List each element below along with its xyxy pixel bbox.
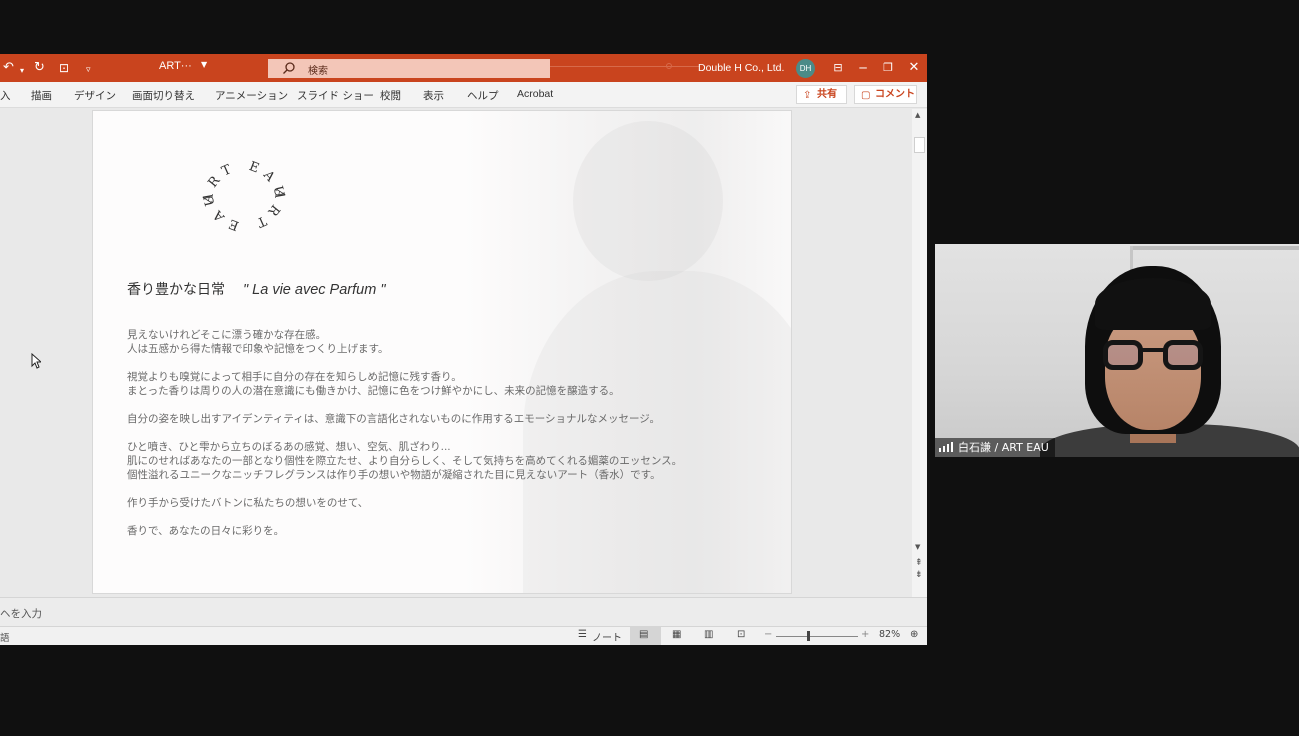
zoom-level[interactable]: 82% bbox=[879, 629, 900, 640]
background-photo-figure bbox=[523, 271, 791, 593]
previous-slide-icon[interactable]: ⇞ bbox=[915, 558, 923, 568]
zoom-in-button[interactable]: + bbox=[861, 629, 869, 640]
slide-canvas[interactable]: ART EAU ART EAU 香り豊かな日常 " La vie avec Par… bbox=[92, 110, 792, 594]
tab-review[interactable]: 校閲 bbox=[380, 88, 401, 103]
notes-pane[interactable]: ヘを入力 bbox=[0, 597, 927, 626]
avatar[interactable]: DH bbox=[796, 59, 815, 78]
tab-design[interactable]: デザイン bbox=[74, 88, 116, 103]
search-icon bbox=[283, 62, 295, 74]
language-indicator[interactable]: 語 bbox=[0, 630, 10, 644]
tab-draw[interactable]: 描画 bbox=[31, 88, 52, 103]
slide-sorter-icon[interactable]: ▦ bbox=[672, 629, 681, 640]
comment-label: コメント bbox=[875, 89, 915, 100]
zoom-slider[interactable] bbox=[776, 636, 858, 637]
participant-name: 白石謙 / ART EAU bbox=[958, 441, 1049, 454]
tab-acrobat[interactable]: Acrobat bbox=[517, 88, 553, 100]
tab-animations[interactable]: アニメーション bbox=[215, 88, 288, 103]
minimize-icon[interactable]: ─ bbox=[855, 60, 871, 76]
powerpoint-window: ↶ ▾ ↻ ⊡ ▿ ART··· ▼ 検索 Double H Co., Ltd.… bbox=[0, 54, 927, 645]
titlebar-decoration bbox=[550, 66, 700, 67]
tab-slideshow[interactable]: スライド ショー bbox=[297, 88, 374, 103]
titlebar-decoration-dot bbox=[666, 63, 672, 69]
presentation-start-icon[interactable]: ⊡ bbox=[59, 59, 69, 77]
reading-view-icon[interactable]: ▥ bbox=[704, 629, 713, 640]
share-icon: ⇪ bbox=[803, 90, 812, 101]
background-wall bbox=[1130, 246, 1299, 250]
body-line: 肌にのせればあなたの一部となり個性を際立たせ、より自分らしく、そして気持ちを高め… bbox=[127, 455, 683, 467]
undo-dropdown-icon[interactable]: ▾ bbox=[20, 62, 24, 80]
vertical-scrollbar[interactable]: ▲ ▼ ⇞ ⇟ bbox=[912, 109, 927, 597]
next-slide-icon[interactable]: ⇟ bbox=[915, 570, 923, 580]
fit-to-window-icon[interactable]: ⊕ bbox=[910, 629, 918, 640]
slide-title-fr: " La vie avec Parfum " bbox=[243, 282, 386, 298]
slide-title: 香り豊かな日常 " La vie avec Parfum " bbox=[127, 279, 385, 299]
share-button[interactable]: ⇪ 共有 bbox=[796, 85, 847, 104]
background-photo-figure bbox=[573, 121, 723, 281]
slide-workspace: ART EAU ART EAU 香り豊かな日常 " La vie avec Par… bbox=[0, 109, 912, 597]
svg-text:ART EAU: ART EAU bbox=[200, 187, 288, 233]
art-eau-logo: ART EAU ART EAU bbox=[200, 159, 288, 233]
file-name[interactable]: ART··· bbox=[159, 60, 192, 72]
close-icon[interactable]: ✕ bbox=[906, 60, 922, 76]
glasses-right-lens bbox=[1163, 340, 1203, 370]
body-line: 作り手から受けたバトンに私たちの想いをのせて、 bbox=[127, 497, 369, 509]
ribbon-display-icon[interactable]: ⊟ bbox=[830, 60, 846, 76]
comment-icon: ▢ bbox=[861, 90, 871, 101]
participant-name-tag: 白石謙 / ART EAU bbox=[935, 438, 1055, 457]
scrollbar-thumb[interactable] bbox=[914, 137, 925, 153]
restore-icon[interactable]: ❐ bbox=[880, 60, 896, 76]
scroll-up-icon[interactable]: ▲ bbox=[915, 111, 920, 119]
search-placeholder: 検索 bbox=[308, 66, 328, 77]
glasses-left-lens bbox=[1103, 340, 1143, 370]
notes-toggle-icon[interactable]: ☰ bbox=[578, 629, 587, 640]
glasses-bridge bbox=[1141, 348, 1165, 352]
slideshow-view-icon[interactable]: ⊡ bbox=[737, 629, 745, 640]
file-name-dropdown-icon[interactable]: ▼ bbox=[201, 60, 207, 69]
customize-qat-icon[interactable]: ▿ bbox=[86, 61, 91, 79]
search-box[interactable]: 検索 bbox=[268, 59, 550, 78]
notes-toggle-label[interactable]: ノート bbox=[592, 629, 622, 644]
tab-view[interactable]: 表示 bbox=[423, 88, 444, 103]
undo-icon[interactable]: ↶ bbox=[3, 59, 14, 77]
body-line: 個性溢れるユニークなニッチフレグランスは作り手の想いや物語が凝縮された目に見えな… bbox=[127, 469, 661, 481]
mouse-pointer-icon bbox=[31, 353, 41, 369]
comment-button[interactable]: ▢ コメント bbox=[854, 85, 917, 104]
ribbon-tabs: 入 描画 デザイン 画面切り替え アニメーション スライド ショー 校閲 表示 … bbox=[0, 82, 927, 108]
title-bar: ↶ ▾ ↻ ⊡ ▿ ART··· ▼ 検索 Double H Co., Ltd.… bbox=[0, 54, 927, 82]
logo-text-bottom: ART EAU bbox=[200, 187, 288, 233]
slide-title-jp: 香り豊かな日常 bbox=[127, 282, 225, 298]
body-line: 人は五感から得た情報で印象や記憶をつくり上げます。 bbox=[127, 343, 389, 355]
tab-transitions[interactable]: 画面切り替え bbox=[132, 88, 195, 103]
status-bar: 語 ☰ ノート ▤ ▦ ▥ ⊡ − + 82% ⊕ bbox=[0, 626, 927, 645]
body-line: 香りで、あなたの日々に彩りを。 bbox=[127, 525, 285, 537]
signal-strength-icon bbox=[939, 442, 953, 452]
body-line: 見えないけれどそこに漂う確かな存在感。 bbox=[127, 329, 327, 341]
redo-icon[interactable]: ↻ bbox=[34, 59, 45, 77]
tab-insert[interactable]: 入 bbox=[0, 88, 11, 103]
account-name[interactable]: Double H Co., Ltd. bbox=[698, 62, 784, 74]
body-line: ひと噴き、ひと雫から立ちのぼるあの感覚、想い、空気、肌ざわり... bbox=[127, 441, 451, 453]
participant-bangs bbox=[1095, 278, 1211, 330]
body-line: 視覚よりも嗅覚によって相手に自分の存在を知らしめ記憶に残す香り。 bbox=[127, 371, 462, 383]
notes-placeholder: ヘを入力 bbox=[0, 608, 42, 620]
zoom-out-button[interactable]: − bbox=[764, 629, 772, 640]
normal-view-icon[interactable]: ▤ bbox=[639, 629, 648, 640]
participant-video[interactable]: 白石謙 / ART EAU bbox=[935, 244, 1299, 457]
scroll-down-icon[interactable]: ▼ bbox=[915, 543, 920, 551]
tab-help[interactable]: ヘルプ bbox=[467, 88, 499, 103]
body-line: 自分の姿を映し出すアイデンティティは、意識下の言語化されないものに作用するエモー… bbox=[127, 413, 660, 425]
share-label: 共有 bbox=[817, 89, 837, 100]
zoom-slider-handle[interactable] bbox=[807, 631, 810, 641]
body-line: まとった香りは周りの人の潜在意識にも働きかけ、記憶に色をつけ鮮やかにし、未来の記… bbox=[127, 385, 620, 397]
